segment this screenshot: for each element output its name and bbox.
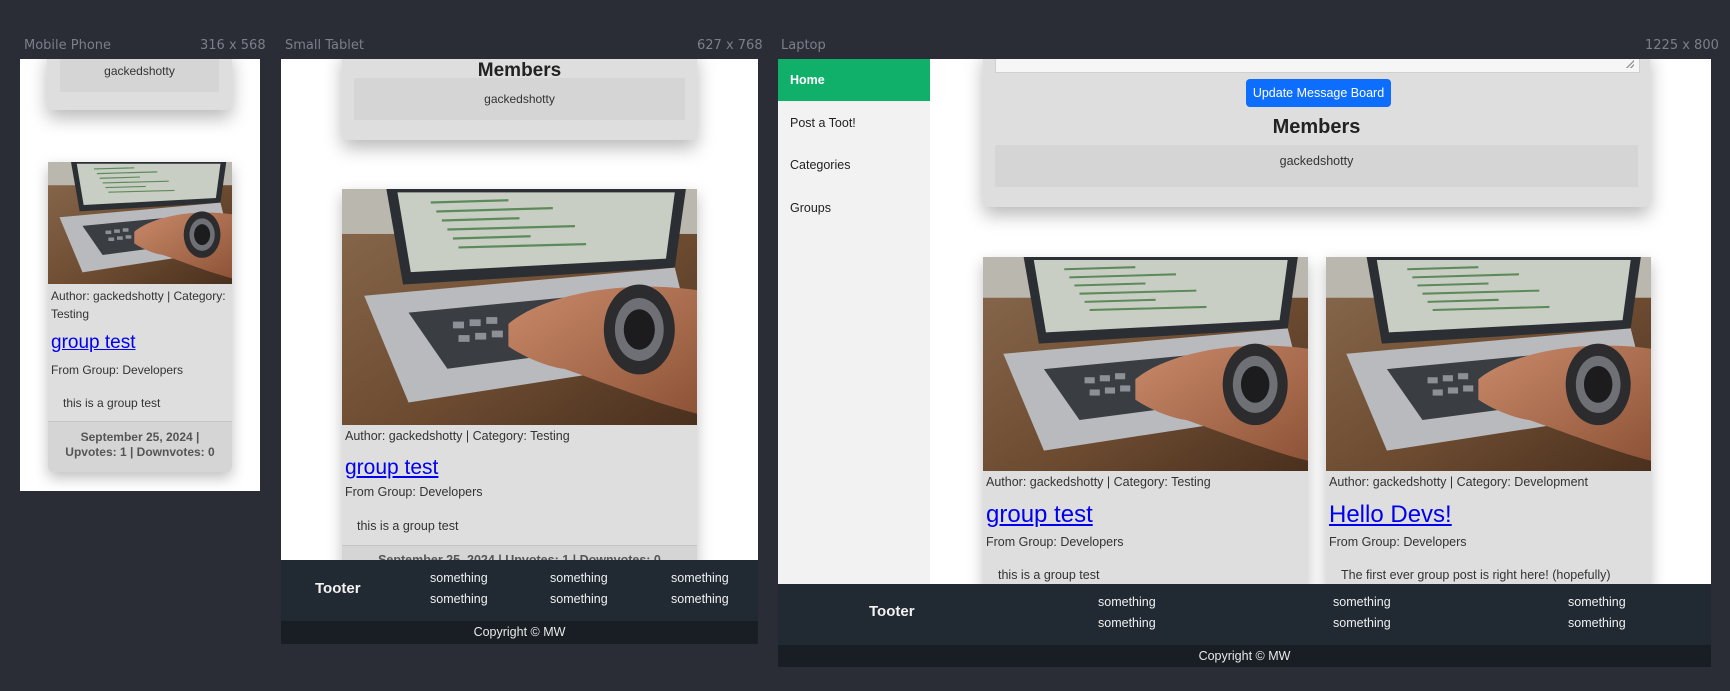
post-image [342, 189, 697, 425]
tablet-viewport[interactable]: Members gackedshotty Author: gackedshott… [281, 59, 758, 644]
device-name-laptop: Laptop [781, 38, 826, 53]
device-name-tablet: Small Tablet [285, 38, 364, 53]
post-meta: Author: gackedshotty | Category: Testing [345, 429, 570, 443]
device-size-phone: 316 x 568 [200, 38, 266, 53]
member-item: gackedshotty [60, 59, 219, 92]
copyright-bar: Copyright © MW [778, 645, 1711, 667]
sidebar-item-post-toot[interactable]: Post a Toot! [778, 102, 930, 144]
post-image [983, 257, 1308, 471]
members-card: Members gackedshotty [342, 59, 697, 140]
post-title-link[interactable]: Hello Devs! [1329, 501, 1452, 529]
message-board-card: Update Message Board Members gackedshott… [983, 59, 1650, 207]
sidebar-item-categories[interactable]: Categories [778, 144, 930, 186]
footer-link[interactable]: something [1098, 595, 1156, 609]
post-meta: Author: gackedshotty | Category: Testing [986, 475, 1211, 489]
footer-link[interactable]: something [550, 571, 608, 585]
post-card: Author: gackedshotty | Category: Develop… [1326, 257, 1651, 587]
footer-link[interactable]: something [430, 592, 488, 606]
site-footer: Tooter something something something som… [281, 560, 758, 622]
footer-link[interactable]: something [671, 592, 729, 606]
laptop-viewport[interactable]: Home Post a Toot! Categories Groups Upda… [778, 59, 1711, 667]
post-card: Author: gackedshotty | Category: Testing… [983, 257, 1308, 587]
post-image [1326, 257, 1651, 471]
post-image [48, 162, 232, 284]
resize-handle-icon[interactable] [1626, 60, 1634, 68]
post-meta: Author: gackedshotty | Category: Develop… [1329, 475, 1588, 489]
member-item: gackedshotty [995, 145, 1638, 187]
post-title-link[interactable]: group test [345, 456, 438, 480]
post-card: Author: gackedshotty | Category: Testing… [342, 189, 697, 619]
post-meta: Author: gackedshotty | Category: Testing [51, 289, 226, 321]
site-footer: Tooter something something something som… [778, 584, 1711, 645]
footer-link[interactable]: something [1333, 616, 1391, 630]
post-body: this is a group test [63, 396, 161, 410]
copyright-bar: Copyright © MW [281, 621, 758, 644]
post-group: From Group: Developers [986, 535, 1124, 549]
footer-link[interactable]: something [1568, 595, 1626, 609]
post-group: From Group: Developers [345, 485, 483, 499]
footer-link[interactable]: something [1098, 616, 1156, 630]
footer-link[interactable]: something [671, 571, 729, 585]
footer-brand: Tooter [315, 580, 361, 597]
members-card: gackedshotty [47, 59, 232, 110]
sidebar: Home Post a Toot! Categories Groups [778, 59, 930, 584]
message-board-textarea[interactable] [995, 59, 1640, 73]
post-body: this is a group test [998, 568, 1100, 582]
footer-link[interactable]: something [1568, 616, 1626, 630]
sidebar-item-home[interactable]: Home [778, 59, 930, 101]
footer-link[interactable]: something [1333, 595, 1391, 609]
post-footer: September 25, 2024 | Upvotes: 1 | Downvo… [48, 421, 232, 472]
phone-viewport[interactable]: gackedshotty Author: gackedshotty | Cate… [20, 59, 260, 491]
device-name-phone: Mobile Phone [24, 38, 112, 53]
post-body: this is a group test [357, 519, 459, 533]
sidebar-item-groups[interactable]: Groups [778, 187, 930, 229]
post-group: From Group: Developers [1329, 535, 1467, 549]
footer-link[interactable]: something [550, 592, 608, 606]
footer-brand: Tooter [869, 603, 915, 620]
post-group: From Group: Developers [51, 363, 184, 377]
update-message-board-button[interactable]: Update Message Board [1246, 79, 1391, 107]
post-title-link[interactable]: group test [986, 501, 1093, 529]
members-title: Members [1272, 116, 1361, 138]
device-size-laptop: 1225 x 800 [1645, 38, 1719, 53]
post-card: Author: gackedshotty | Category: Testing… [48, 162, 232, 472]
member-item: gackedshotty [354, 78, 685, 120]
post-title-link[interactable]: group test [51, 332, 136, 354]
post-body: The first ever group post is right here!… [1341, 568, 1611, 582]
device-size-tablet: 627 x 768 [697, 38, 763, 53]
footer-link[interactable]: something [430, 571, 488, 585]
